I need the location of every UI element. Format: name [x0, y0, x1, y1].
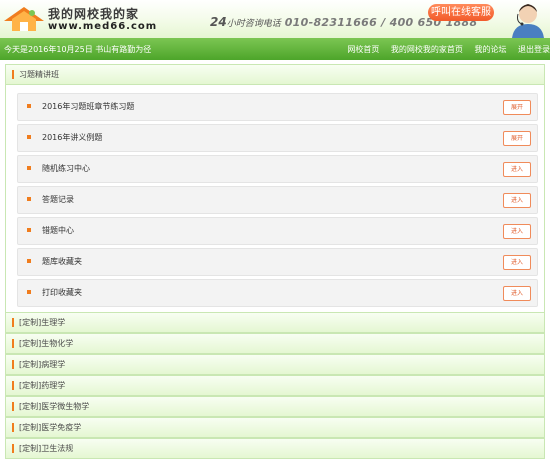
- customer-service-agent-icon: [512, 4, 544, 38]
- bullet-icon: [27, 166, 31, 170]
- section-marker: [12, 70, 14, 79]
- nav-links: 网校首页 我的网校我的家首页 我的论坛 退出登录: [338, 44, 550, 55]
- list-item-label: 2016年习题班章节练习题: [42, 102, 135, 111]
- bullet-icon: [27, 104, 31, 108]
- list-item-print-favorites[interactable]: 打印收藏夹 进入: [17, 279, 538, 307]
- course-item-physiology[interactable]: [定制]生理学: [5, 312, 545, 333]
- section-title: 习题精讲班: [19, 70, 59, 79]
- section-marker: [12, 402, 14, 411]
- course-title: [定制]医学微生物学: [19, 402, 90, 411]
- site-header: 我的网校我的家 www.med66.com 24小时咨询电话 010-823116…: [0, 0, 550, 38]
- hotline-label: 小时咨询电话: [226, 19, 281, 29]
- section-marker: [12, 381, 14, 390]
- online-service-button[interactable]: 呼叫在线客服: [428, 4, 494, 21]
- expand-button[interactable]: 展开: [503, 131, 531, 146]
- list-item-label: 答题记录: [42, 195, 74, 204]
- top-nav-bar: 今天是2016年10月25日 书山有路勤为径 网校首页 我的网校我的家首页 我的…: [0, 38, 550, 60]
- nav-link-my-home[interactable]: 我的网校我的家首页: [391, 45, 463, 54]
- bullet-icon: [27, 197, 31, 201]
- list-item-random-practice[interactable]: 随机练习中心 进入: [17, 155, 538, 183]
- course-list: [定制]生理学 [定制]生物化学 [定制]病理学 [定制]药理学 [定制]医学微…: [5, 312, 545, 459]
- nav-link-logout[interactable]: 退出登录: [518, 45, 550, 54]
- list-item-answer-records[interactable]: 答题记录 进入: [17, 186, 538, 214]
- course-title: [定制]病理学: [19, 360, 66, 369]
- course-title: [定制]医学免疫学: [19, 423, 82, 432]
- expand-button[interactable]: 展开: [503, 100, 531, 115]
- enter-button[interactable]: 进入: [503, 162, 531, 177]
- list-item-label: 2016年讲义例题: [42, 133, 103, 142]
- enter-button[interactable]: 进入: [503, 255, 531, 270]
- list-item-question-favorites[interactable]: 题库收藏夹 进入: [17, 248, 538, 276]
- course-item-immunology[interactable]: [定制]医学免疫学: [5, 417, 545, 438]
- list-item-wrong-questions[interactable]: 错题中心 进入: [17, 217, 538, 245]
- enter-button[interactable]: 进入: [503, 224, 531, 239]
- section-body: 2016年习题班章节练习题 展开 2016年讲义例题 展开 随机练习中心 进入 …: [5, 85, 545, 322]
- course-item-microbiology[interactable]: [定制]医学微生物学: [5, 396, 545, 417]
- section-marker: [12, 360, 14, 369]
- list-item-label: 打印收藏夹: [42, 288, 82, 297]
- hotline-hours: 24: [210, 15, 227, 29]
- section-marker: [12, 444, 14, 453]
- section-marker: [12, 318, 14, 327]
- list-item-chapter-exercises[interactable]: 2016年习题班章节练习题 展开: [17, 93, 538, 121]
- section-marker: [12, 339, 14, 348]
- course-item-biochemistry[interactable]: [定制]生物化学: [5, 333, 545, 354]
- course-title: [定制]生物化学: [19, 339, 74, 348]
- course-item-pathology[interactable]: [定制]病理学: [5, 354, 545, 375]
- course-title: [定制]药理学: [19, 381, 66, 390]
- list-item-lecture-examples[interactable]: 2016年讲义例题 展开: [17, 124, 538, 152]
- logo-title: 我的网校我的家: [48, 7, 140, 21]
- exercise-panel: 习题精讲班 2016年习题班章节练习题 展开 2016年讲义例题 展开 随机练习…: [5, 64, 545, 322]
- course-title: [定制]卫生法规: [19, 444, 74, 453]
- bullet-icon: [27, 290, 31, 294]
- list-item-label: 随机练习中心: [42, 164, 90, 173]
- logo-url: www.med66.com: [48, 21, 158, 32]
- bullet-icon: [27, 228, 31, 232]
- section-header-exercise-class[interactable]: 习题精讲班: [5, 64, 545, 85]
- course-title: [定制]生理学: [19, 318, 66, 327]
- section-marker: [12, 423, 14, 432]
- house-logo-icon[interactable]: [2, 5, 46, 35]
- date-motto: 今天是2016年10月25日 书山有路勤为径: [4, 45, 152, 54]
- list-item-label: 错题中心: [42, 226, 74, 235]
- nav-link-home[interactable]: 网校首页: [347, 45, 379, 54]
- list-item-label: 题库收藏夹: [42, 257, 82, 266]
- nav-link-forum[interactable]: 我的论坛: [474, 45, 506, 54]
- course-item-health-law[interactable]: [定制]卫生法规: [5, 438, 545, 459]
- enter-button[interactable]: 进入: [503, 286, 531, 301]
- enter-button[interactable]: 进入: [503, 193, 531, 208]
- bullet-icon: [27, 259, 31, 263]
- bullet-icon: [27, 135, 31, 139]
- course-item-pharmacology[interactable]: [定制]药理学: [5, 375, 545, 396]
